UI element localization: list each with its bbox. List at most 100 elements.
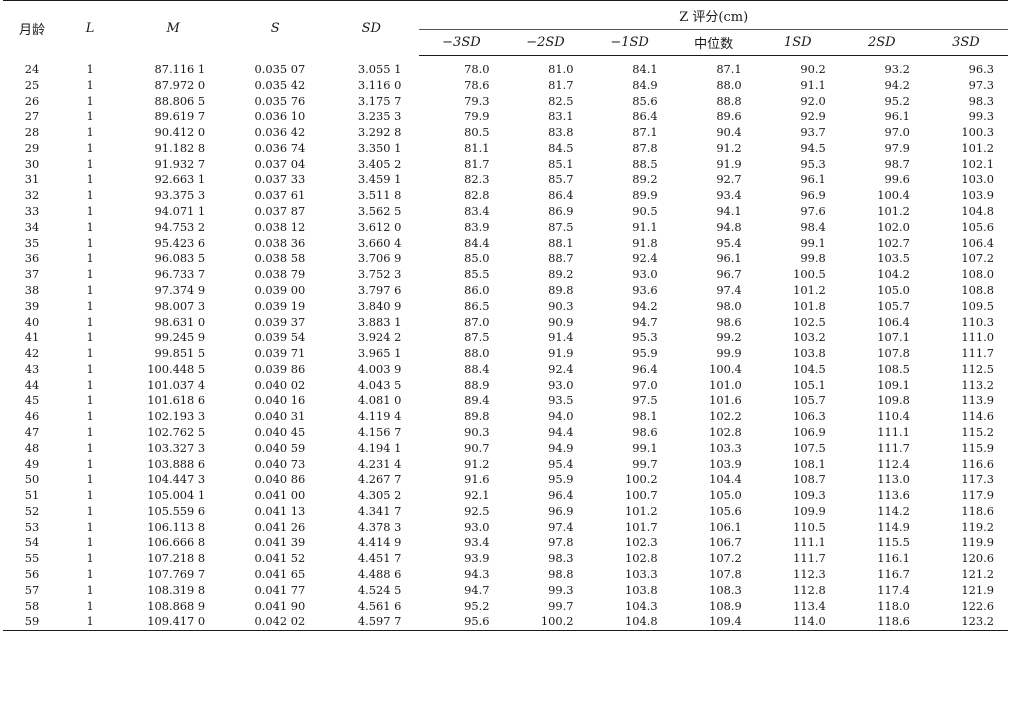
cell-neg-1sd: 98.1 [632, 409, 658, 424]
cell-s: 0.037 87 [254, 204, 306, 219]
cell-neg-1sd: 104.8 [587, 614, 672, 632]
table-row: 38 1 97.374 9 0.039 00 3.797 6 86.0 89.8 93.6 97… [3, 283, 1008, 299]
cell-neg-1sd: 94.2 [632, 298, 658, 313]
header-z-pos-2sd: 2SD [839, 29, 924, 56]
cell-s: 0.041 39 [254, 535, 306, 550]
cell-sd: 4.341 7 [357, 503, 402, 518]
cell-neg-1sd: 98.6 [632, 424, 658, 439]
cell-neg-3sd: 85.0 [464, 251, 490, 266]
cell-pos-2sd: 117.4 [877, 582, 910, 597]
header-age: 月龄 [3, 0, 62, 56]
cell-sd: 3.292 8 [357, 125, 402, 140]
cell-neg-3sd: 82.3 [464, 172, 490, 187]
cell-age: 33 [24, 204, 40, 219]
cell-neg-3sd: 94.3 [464, 567, 490, 581]
cell-neg-1sd: 89.2 [632, 172, 658, 187]
cell-sd: 4.451 7 [357, 551, 402, 566]
cell-neg-2sd: 95.4 [548, 456, 574, 471]
cell-s: 0.038 79 [254, 267, 306, 282]
table-row: 52 1 105.559 6 0.041 13 4.341 7 92.5 96.9 101.2… [3, 504, 1008, 520]
cell-m: 93.375 3 [154, 188, 206, 203]
cell-age: 35 [24, 235, 40, 250]
cell-sd: 4.231 4 [357, 456, 402, 471]
cell-pos-3sd: 104.8 [961, 204, 994, 219]
cell-l: 1 [86, 93, 94, 108]
cell-pos-1sd: 95.3 [800, 156, 826, 171]
cell-age: 30 [24, 156, 40, 171]
cell-sd: 4.081 0 [357, 393, 402, 408]
cell-sd: 3.235 3 [357, 109, 402, 124]
table-row: 48 1 103.327 3 0.040 59 4.194 1 90.7 94.9 99.1 1… [3, 441, 1008, 457]
cell-pos-2sd: 95.2 [884, 93, 910, 108]
cell-l: 1 [86, 125, 94, 140]
cell-m: 92.663 1 [154, 172, 206, 187]
cell-pos-1sd: 107.5 [793, 440, 826, 455]
cell-l: 1 [86, 456, 94, 471]
table-row: 44 1 101.037 4 0.040 02 4.043 5 88.9 93.0 97.0 1… [3, 378, 1008, 394]
cell-pos-2sd: 118.0 [877, 598, 910, 613]
cell-neg-1sd: 94.7 [632, 314, 658, 329]
cell-m: 107.218 8 [147, 551, 206, 566]
cell-age: 51 [24, 488, 40, 503]
cell-s: 0.037 33 [254, 172, 306, 187]
cell-m: 90.412 0 [154, 125, 206, 140]
cell-age: 46 [24, 409, 40, 424]
cell-age: 41 [24, 330, 40, 345]
cell-m: 103.888 6 [147, 456, 206, 471]
cell-pos-1sd: 114.0 [755, 614, 840, 632]
cell-pos-2sd: 107.1 [877, 330, 910, 345]
cell-m: 103.327 3 [147, 440, 206, 455]
cell-median: 102.2 [709, 409, 742, 424]
cell-m: 107.769 7 [147, 567, 206, 581]
cell-m: 102.762 5 [147, 424, 206, 439]
cell-median: 91.2 [716, 140, 742, 155]
cell-s: 0.036 74 [254, 140, 306, 155]
cell-pos-2sd: 104.2 [877, 267, 910, 282]
header-z-pos-1sd: 1SD [755, 29, 840, 56]
cell-neg-3sd: 79.9 [464, 109, 490, 124]
cell-neg-1sd: 85.6 [632, 93, 658, 108]
cell-l: 1 [86, 77, 94, 92]
cell-l: 1 [86, 346, 94, 361]
table-row: 31 1 92.663 1 0.037 33 3.459 1 82.3 85.7 89.2 92… [3, 172, 1008, 188]
cell-sd: 3.924 2 [357, 330, 402, 345]
cell-age: 58 [24, 598, 40, 613]
cell-age: 31 [24, 172, 40, 187]
cell-neg-1sd: 101.7 [625, 519, 658, 534]
cell-pos-2sd: 103.5 [877, 251, 910, 266]
cell-pos-2sd: 105.7 [877, 298, 910, 313]
cell-pos-2sd: 109.1 [877, 377, 910, 392]
table-row: 32 1 93.375 3 0.037 61 3.511 8 82.8 86.4 89.9 93… [3, 188, 1008, 204]
cell-median: 88.0 [716, 77, 742, 92]
cell-neg-1sd: 91.1 [632, 219, 658, 234]
cell-s: 0.042 02 [227, 614, 324, 632]
table-row: 36 1 96.083 5 0.038 58 3.706 9 85.0 88.7 92.4 96… [3, 251, 1008, 267]
table-row: 34 1 94.753 2 0.038 12 3.612 0 83.9 87.5 91.1 94… [3, 220, 1008, 236]
cell-neg-3sd: 89.4 [464, 393, 490, 408]
cell-age: 36 [24, 251, 40, 266]
cell-sd: 4.524 5 [357, 582, 402, 597]
cell-s: 0.036 42 [254, 125, 306, 140]
cell-pos-2sd: 97.9 [884, 140, 910, 155]
table-row: 39 1 98.007 3 0.039 19 3.840 9 86.5 90.3 94.2 98… [3, 299, 1008, 315]
cell-m: 88.806 5 [154, 93, 206, 108]
cell-median: 92.7 [716, 172, 742, 187]
cell-median: 98.0 [716, 298, 742, 313]
cell-neg-1sd: 100.7 [625, 488, 658, 503]
cell-median: 105.0 [709, 488, 742, 503]
cell-age: 28 [24, 125, 40, 140]
cell-neg-1sd: 93.0 [632, 267, 658, 282]
cell-l: 1 [86, 267, 94, 282]
cell-s: 0.039 86 [254, 361, 306, 376]
cell-pos-2sd: 93.2 [884, 62, 910, 76]
table-row: 47 1 102.762 5 0.040 45 4.156 7 90.3 94.4 98.6 1… [3, 425, 1008, 441]
cell-sd: 3.660 4 [357, 235, 402, 250]
cell-pos-3sd: 120.6 [961, 551, 994, 566]
cell-neg-3sd: 95.2 [464, 598, 490, 613]
cell-pos-1sd: 103.2 [793, 330, 826, 345]
cell-m: 104.447 3 [147, 472, 206, 487]
cell-pos-1sd: 92.0 [800, 93, 826, 108]
cell-pos-3sd: 114.6 [961, 409, 994, 424]
cell-m: 109.417 0 [119, 614, 228, 632]
header-z-neg-2sd: −2SD [503, 29, 588, 56]
